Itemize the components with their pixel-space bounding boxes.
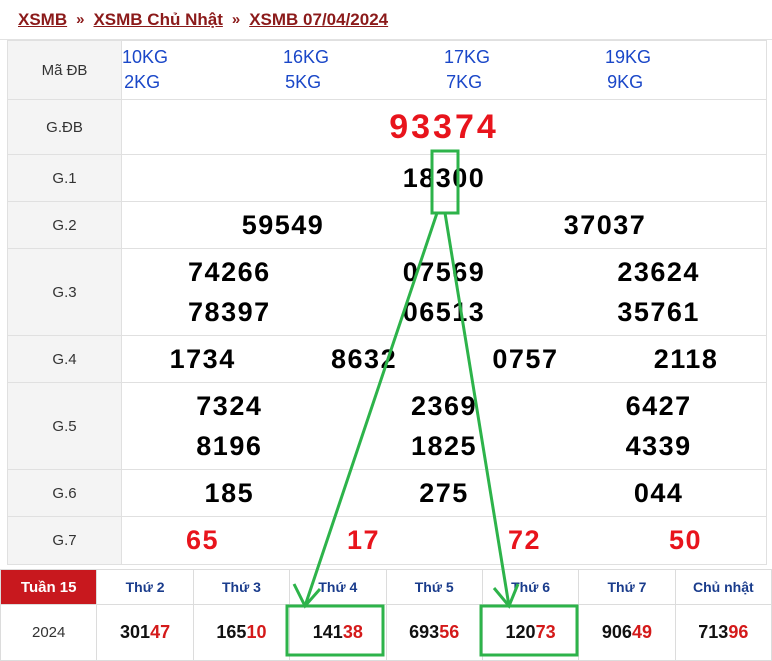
g5-number: 2369 [410, 390, 478, 421]
g2-number: 59549 [241, 209, 325, 240]
g2-number: 37037 [563, 209, 647, 240]
weekly-value: 30147 [96, 604, 194, 661]
weekly-value: 90649 [578, 604, 676, 661]
g4-number: 0757 [492, 343, 559, 374]
breadcrumb-separator: » [76, 11, 85, 28]
value-tail: 49 [631, 622, 652, 642]
value-head: 906 [601, 622, 632, 642]
breadcrumb-xsmb-link[interactable]: XSMB [18, 10, 67, 30]
g3-number: 07569 [402, 256, 486, 287]
code: 9KG [607, 72, 644, 92]
g4-number: 2118 [653, 343, 719, 374]
weekly-value: 71396 [674, 604, 772, 661]
g3-number: 06513 [402, 296, 486, 327]
g1-number: 18300 [402, 162, 486, 193]
g5-number: 7324 [196, 390, 263, 421]
g1-label: G.1 [7, 154, 122, 202]
breadcrumb-xsmb-date-link[interactable]: XSMB 07/04/2024 [249, 10, 388, 30]
g3-number: 78397 [188, 296, 271, 327]
value-tail: 47 [150, 622, 171, 642]
code: 17KG [444, 47, 491, 67]
value-tail: 73 [535, 622, 556, 642]
value-head: 165 [216, 622, 247, 642]
value-tail: 38 [342, 622, 363, 642]
day-header: Thứ 7 [578, 569, 676, 605]
g5-number: 4339 [625, 430, 692, 461]
week-label: Tuần 15 [0, 569, 98, 605]
day-header: Chủ nhật [674, 569, 772, 605]
code: 2KG [124, 72, 161, 92]
g4-label: G.4 [7, 335, 122, 383]
code: 16KG [283, 47, 330, 67]
results-table: Mã ĐB 10KG 2KG 16KG 5KG 17KG 7KG 19KG 9KG G.… [7, 40, 767, 565]
g3-number: 23624 [617, 256, 700, 287]
g3-number: 35761 [617, 296, 700, 327]
gdb-label: G.ĐB [7, 99, 122, 155]
value-tail: 56 [439, 622, 460, 642]
g6-number: 044 [633, 477, 684, 508]
value-tail: 10 [246, 622, 267, 642]
day-header: Thứ 3 [192, 569, 291, 605]
g5-number: 6427 [625, 390, 692, 421]
special-prize-cell: 93374 [121, 99, 767, 155]
g1-cell: 18300 [121, 154, 767, 202]
g6-number: 275 [419, 477, 469, 508]
weekly-value: 14138 [289, 604, 387, 661]
g7-cell: 65 17 72 50 [121, 516, 767, 565]
ma-db-codes: 10KG 2KG 16KG 5KG 17KG 7KG 19KG 9KG [121, 40, 767, 100]
weekly-table: Tuần 15 Thứ 2 Thứ 3 Thứ 4 Thứ 5 Thứ 6 Th… [0, 569, 772, 661]
g4-number: 8632 [331, 343, 398, 374]
special-prize-number: 93374 [389, 107, 499, 146]
value-head: 301 [120, 622, 151, 642]
weekly-value: 16510 [192, 604, 291, 661]
g3-number: 74266 [188, 256, 271, 287]
breadcrumb-xsmb-sunday-link[interactable]: XSMB Chủ Nhật [93, 10, 222, 30]
g6-number: 185 [204, 477, 255, 508]
g5-label: G.5 [7, 382, 122, 470]
value-head: 120 [505, 622, 536, 642]
value-tail: 96 [728, 622, 749, 642]
g6-cell: 185 275 044 [121, 469, 767, 517]
g7-number: 65 [185, 525, 220, 555]
value-head: 693 [409, 622, 440, 642]
g7-label: G.7 [7, 516, 122, 565]
g2-cell: 59549 37037 [121, 201, 767, 249]
g2-label: G.2 [7, 201, 122, 249]
breadcrumb-separator: » [231, 11, 241, 28]
g7-number: 17 [346, 525, 381, 555]
year-cell: 2024 [0, 604, 98, 661]
ma-db-label: Mã ĐB [7, 40, 122, 100]
g3-label: G.3 [7, 248, 122, 336]
code: 7KG [446, 72, 483, 92]
g7-number: 50 [668, 525, 703, 555]
value-head: 713 [698, 622, 729, 642]
g6-label: G.6 [7, 469, 122, 517]
g4-number: 1734 [169, 343, 236, 374]
weekly-value: 69356 [385, 604, 483, 661]
day-header: Thứ 5 [385, 569, 483, 605]
day-header: Thứ 4 [289, 569, 387, 605]
value-head: 141 [312, 622, 343, 642]
g5-number: 1825 [410, 430, 478, 461]
g5-cell: 7324 2369 6427 8196 1825 4339 [121, 382, 767, 470]
g3-cell: 74266 07569 23624 78397 06513 35761 [121, 248, 767, 336]
day-header: Thứ 6 [481, 569, 580, 605]
g4-cell: 1734 8632 0757 2118 [121, 335, 767, 383]
code: 5KG [285, 72, 322, 92]
g7-number: 72 [507, 525, 542, 555]
weekly-value: 12073 [481, 604, 580, 661]
code: 19KG [605, 47, 652, 67]
code: 10KG [122, 47, 169, 67]
g5-number: 8196 [196, 430, 263, 461]
day-header: Thứ 2 [96, 569, 194, 605]
breadcrumb: XSMB » XSMB Chủ Nhật » XSMB 07/04/2024 [0, 0, 772, 40]
